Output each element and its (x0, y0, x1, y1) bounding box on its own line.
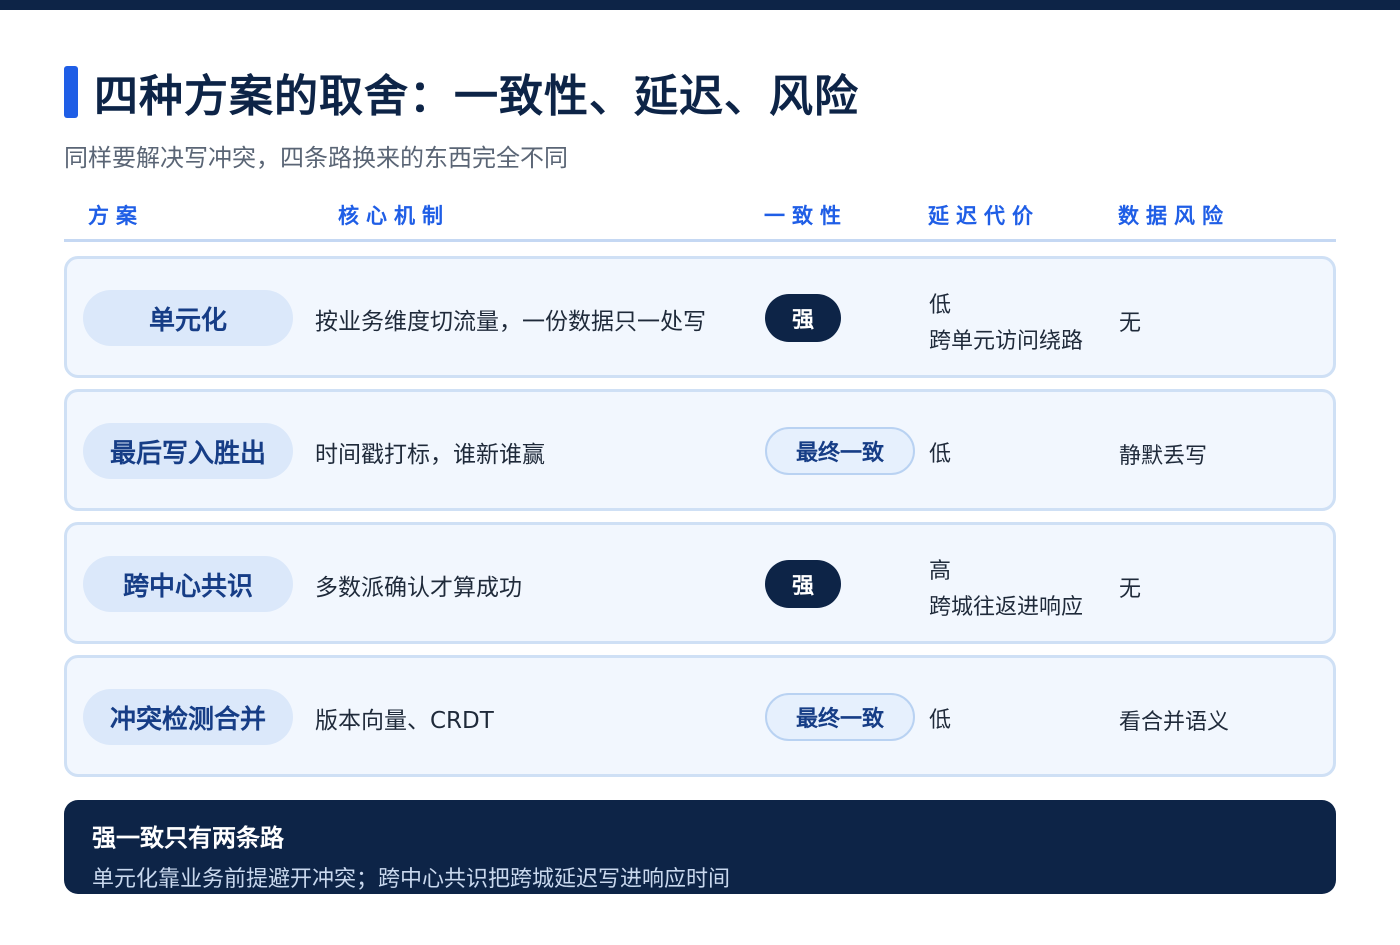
risk-text: 无 (1119, 577, 1142, 602)
table-row: 冲突检测合并 版本向量、CRDT 最终一致 低 看合并语义 (64, 655, 1336, 777)
latency-level: 低 (929, 442, 952, 467)
latency-note: 跨单元访问绕路 (929, 329, 1084, 354)
consistency-badge: 强 (765, 294, 841, 342)
page-title: 四种方案的取舍：一致性、延迟、风险 (94, 71, 859, 122)
header-mechanism: 核心机制 (338, 204, 450, 228)
risk-text: 静默丢写 (1119, 444, 1208, 469)
consistency-badge: 最终一致 (765, 427, 915, 475)
latency-level: 高 (929, 559, 952, 584)
table-body: 单元化 按业务维度切流量，一份数据只一处写 强 低 跨单元访问绕路 无 最后写入… (64, 256, 1336, 788)
mechanism-text: 版本向量、CRDT (315, 708, 494, 734)
mechanism-text: 时间戳打标，谁新谁赢 (315, 442, 545, 468)
latency-level: 低 (929, 293, 952, 318)
top-accent-bar (0, 0, 1400, 10)
header-consistency: 一致性 (764, 204, 848, 228)
latency-note: 跨城往返进响应 (929, 595, 1084, 620)
page-subtitle: 同样要解决写冲突，四条路换来的东西完全不同 (64, 144, 568, 172)
latency-level: 低 (929, 708, 952, 733)
table-row: 最后写入胜出 时间戳打标，谁新谁赢 最终一致 低 静默丢写 (64, 389, 1336, 511)
header-risk: 数据风险 (1118, 204, 1230, 228)
scheme-name: 最后写入胜出 (83, 423, 293, 479)
mechanism-text: 按业务维度切流量，一份数据只一处写 (315, 309, 706, 335)
consistency-badge: 最终一致 (765, 693, 915, 741)
table-header: 方案 核心机制 一致性 延迟代价 数据风险 (64, 198, 1336, 242)
mechanism-text: 多数派确认才算成功 (315, 575, 522, 601)
table-row: 跨中心共识 多数派确认才算成功 强 高 跨城往返进响应 无 (64, 522, 1336, 644)
title-accent-bar (64, 66, 78, 118)
table-row: 单元化 按业务维度切流量，一份数据只一处写 强 低 跨单元访问绕路 无 (64, 256, 1336, 378)
summary-callout: 强一致只有两条路 单元化靠业务前提避开冲突；跨中心共识把跨城延迟写进响应时间 (64, 800, 1336, 894)
callout-title: 强一致只有两条路 (92, 824, 284, 852)
header-latency: 延迟代价 (928, 204, 1040, 228)
scheme-name: 跨中心共识 (83, 556, 293, 612)
scheme-name: 单元化 (83, 290, 293, 346)
scheme-name: 冲突检测合并 (83, 689, 293, 745)
risk-text: 看合并语义 (1119, 710, 1230, 735)
callout-text: 单元化靠业务前提避开冲突；跨中心共识把跨城延迟写进响应时间 (92, 867, 731, 892)
title-block: 四种方案的取舍：一致性、延迟、风险 (64, 62, 859, 122)
consistency-badge: 强 (765, 560, 841, 608)
header-scheme: 方案 (88, 204, 144, 228)
risk-text: 无 (1119, 311, 1142, 336)
